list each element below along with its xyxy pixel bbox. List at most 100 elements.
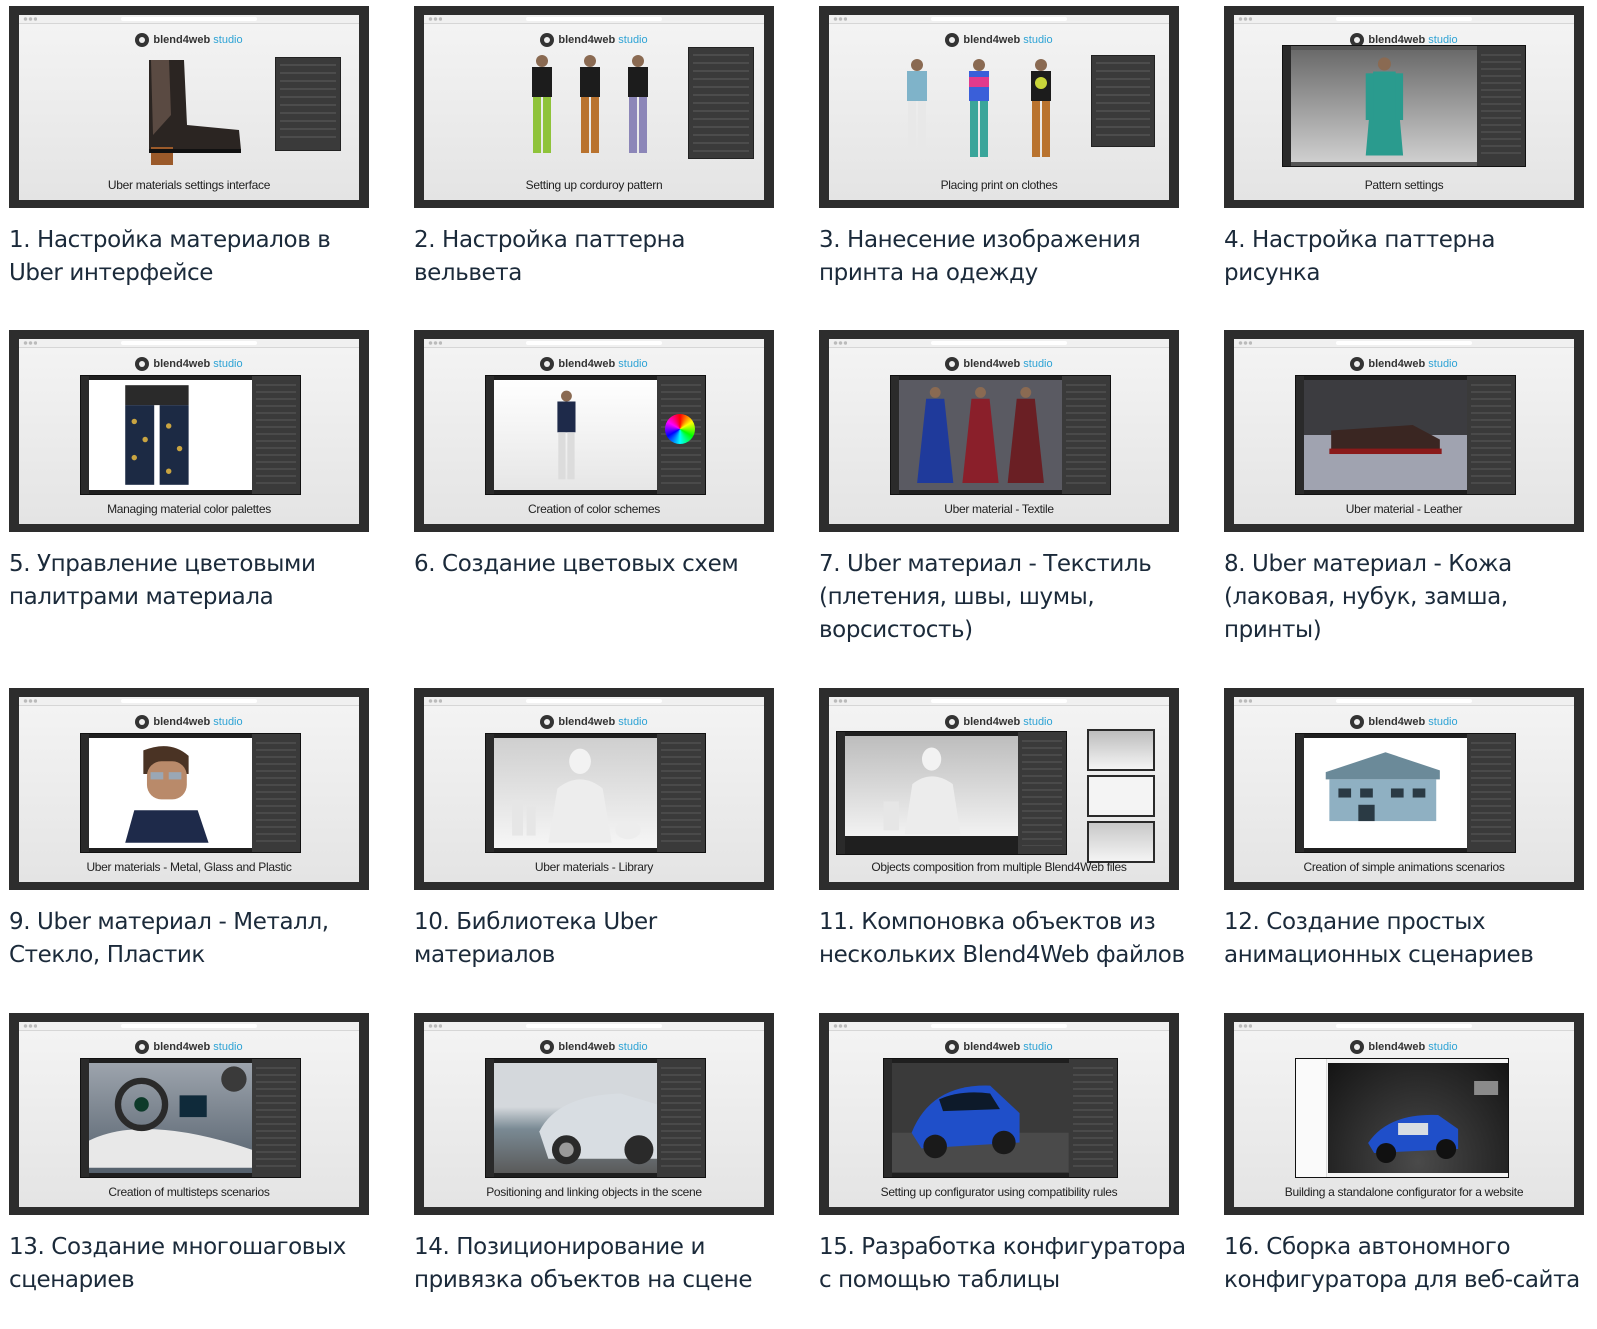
thumbnail-caption: Positioning and linking objects in the s… <box>486 1185 702 1199</box>
lesson-title[interactable]: 8. Uber материал - Кожа (лаковая, нубук,… <box>1224 548 1596 647</box>
brand-logo: blend4web studio <box>424 715 764 729</box>
lesson-thumbnail[interactable]: blend4web studio Placing print on clothe… <box>819 6 1179 208</box>
lesson-title[interactable]: 14. Позиционирование и привязка объектов… <box>414 1231 786 1297</box>
course-grid: blend4web studio Uber materials settings… <box>9 6 1597 1329</box>
lesson-thumbnail[interactable]: blend4web studio Pattern settings <box>1224 6 1584 208</box>
car-interior-image <box>89 1066 253 1168</box>
lesson-thumbnail[interactable]: blend4web studio Setting up corduroy pat… <box>414 6 774 208</box>
lesson-title[interactable]: 5. Управление цветовыми палитрами матери… <box>9 548 381 614</box>
lesson-thumbnail[interactable]: blend4web studio Uber materials settings… <box>9 6 369 208</box>
lesson-card-1[interactable]: blend4web studio Uber materials settings… <box>9 6 369 330</box>
brand-logo: blend4web studio <box>829 715 1169 729</box>
file-previews[interactable] <box>1087 729 1155 867</box>
editor-window <box>80 1058 302 1178</box>
lesson-card-14[interactable]: blend4web studio Positioning and linking… <box>414 1013 774 1329</box>
lesson-title[interactable]: 4. Настройка паттерна рисунка <box>1224 224 1596 290</box>
lesson-card-6[interactable]: blend4web studio Creation of color schem… <box>414 330 774 688</box>
lesson-thumbnail[interactable]: blend4web studio Positioning and linking… <box>414 1013 774 1215</box>
lesson-card-13[interactable]: blend4web studio Creation of multisteps … <box>9 1013 369 1329</box>
editor-window <box>485 733 707 853</box>
lesson-thumbnail[interactable]: blend4web studio Uber materials - Librar… <box>414 688 774 890</box>
file-preview[interactable] <box>1087 775 1155 817</box>
lesson-card-10[interactable]: blend4web studio Uber materials - Librar… <box>414 688 774 1013</box>
lesson-thumbnail[interactable]: blend4web studio Setting up configurator… <box>819 1013 1179 1215</box>
shoe-image <box>1329 425 1442 455</box>
thumbnail-caption: Uber material - Textile <box>944 502 1054 516</box>
thumbnail-caption: Building a standalone configurator for a… <box>1284 1185 1524 1199</box>
color-wheel-icon[interactable] <box>665 414 696 444</box>
thumbnail-caption: Uber materials - Library <box>534 860 654 874</box>
lesson-title[interactable]: 12. Создание простых анимационных сценар… <box>1224 906 1596 972</box>
logo-icon <box>945 357 960 371</box>
editor-window <box>1295 375 1517 495</box>
lesson-thumbnail[interactable]: blend4web studio Managing material color… <box>9 330 369 532</box>
lesson-title[interactable]: 15. Разработка конфигуратора с помощью т… <box>819 1231 1191 1297</box>
thumbnail-caption: Creation of color schemes <box>528 502 660 516</box>
lesson-title[interactable]: 9. Uber материал - Металл, Стекло, Пласт… <box>9 906 381 972</box>
lesson-thumbnail[interactable]: blend4web studio Uber materials - Metal,… <box>9 688 369 890</box>
lesson-card-2[interactable]: blend4web studio Setting up corduroy pat… <box>414 6 774 330</box>
thumbnail-caption: Uber materials - Metal, Glass and Plasti… <box>86 860 292 874</box>
lesson-title[interactable]: 13. Создание многошаговых сценариев <box>9 1231 381 1297</box>
thumbnail-caption: Objects composition from multiple Blend4… <box>871 860 1127 874</box>
lesson-card-9[interactable]: blend4web studio Uber materials - Metal,… <box>9 688 369 1013</box>
brand-logo: blend4web studio <box>1234 715 1574 729</box>
thumbnail-caption: Uber material - Leather <box>1345 502 1463 516</box>
brand-logo: blend4web studio <box>19 715 359 729</box>
logo-icon <box>945 715 960 729</box>
brand-logo: blend4web studio <box>1234 357 1574 371</box>
lesson-thumbnail[interactable]: blend4web studio Objects composition fro… <box>819 688 1179 890</box>
man-image <box>557 390 576 480</box>
lesson-card-11[interactable]: blend4web studio Objects composition fro… <box>819 688 1185 1013</box>
brand-logo: blend4web studio <box>424 1040 764 1054</box>
settings-panel <box>688 47 754 159</box>
logo-icon <box>135 357 150 371</box>
thumbnail-caption: Managing material color palettes <box>107 502 271 516</box>
lesson-title[interactable]: 2. Настройка паттерна вельвета <box>414 224 786 290</box>
lesson-title[interactable]: 11. Компоновка объектов из нескольких Bl… <box>819 906 1191 972</box>
lesson-title[interactable]: 3. Нанесение изображения принта на одежд… <box>819 224 1191 290</box>
file-preview[interactable] <box>1087 729 1155 771</box>
editor-window <box>485 375 707 495</box>
lesson-card-4[interactable]: blend4web studio Pattern settings 4. Нас… <box>1224 6 1584 330</box>
lesson-thumbnail[interactable]: blend4web studio Building a standalone c… <box>1224 1013 1584 1215</box>
lesson-card-16[interactable]: blend4web studio Building a standalone c… <box>1224 1013 1584 1329</box>
thumbnail-caption: Uber materials settings interface <box>107 178 271 192</box>
lesson-card-3[interactable]: blend4web studio Placing print on clothe… <box>819 6 1179 330</box>
thumbnail-caption: Placing print on clothes <box>940 178 1058 192</box>
logo-icon <box>135 33 150 47</box>
lesson-thumbnail[interactable]: blend4web studio Creation of simple anim… <box>1224 688 1584 890</box>
logo-icon <box>1350 1040 1365 1054</box>
dress-image <box>1365 57 1403 156</box>
lesson-title[interactable]: 10. Библиотека Uber материалов <box>414 906 786 972</box>
brand-logo: blend4web studio <box>829 33 1169 47</box>
lesson-title[interactable]: 7. Uber материал - Текстиль (плетения, ш… <box>819 548 1191 647</box>
settings-panel <box>1091 55 1155 147</box>
editor-window <box>1295 733 1517 853</box>
lesson-thumbnail[interactable]: blend4web studio Uber material - Textile <box>819 330 1179 532</box>
lesson-card-7[interactable]: blend4web studio Uber material - Textile… <box>819 330 1179 688</box>
brand-logo: blend4web studio <box>424 357 764 371</box>
editor-window <box>883 1058 1118 1178</box>
logo-icon <box>945 1040 960 1054</box>
lesson-card-12[interactable]: blend4web studio Creation of simple anim… <box>1224 688 1584 1013</box>
car-blue-image <box>892 1085 1069 1172</box>
car-showroom-image <box>1368 1081 1499 1163</box>
lesson-title[interactable]: 6. Создание цветовых схем <box>414 548 786 581</box>
lesson-thumbnail[interactable]: blend4web studio Creation of color schem… <box>414 330 774 532</box>
lesson-card-15[interactable]: blend4web studio Setting up configurator… <box>819 1013 1186 1329</box>
lesson-card-8[interactable]: blend4web studio Uber material - Leather… <box>1224 330 1584 688</box>
lesson-title[interactable]: 1. Настройка материалов в Uber интерфейс… <box>9 224 381 290</box>
logo-icon <box>945 33 960 47</box>
lesson-thumbnail[interactable]: blend4web studio Uber material - Leather <box>1224 330 1584 532</box>
lesson-thumbnail[interactable]: blend4web studio Creation of multisteps … <box>9 1013 369 1215</box>
logo-icon <box>135 715 150 729</box>
thumbnail-caption: Creation of multisteps scenarios <box>108 1185 270 1199</box>
brand-logo: blend4web studio <box>19 1040 359 1054</box>
lesson-card-5[interactable]: blend4web studio Managing material color… <box>9 330 369 688</box>
brand-logo: blend4web studio <box>19 33 359 47</box>
lesson-title[interactable]: 16. Сборка автономного конфигуратора для… <box>1224 1231 1596 1297</box>
dresses-image <box>917 387 1045 483</box>
file-preview[interactable] <box>1087 821 1155 863</box>
bust-image <box>512 748 641 843</box>
